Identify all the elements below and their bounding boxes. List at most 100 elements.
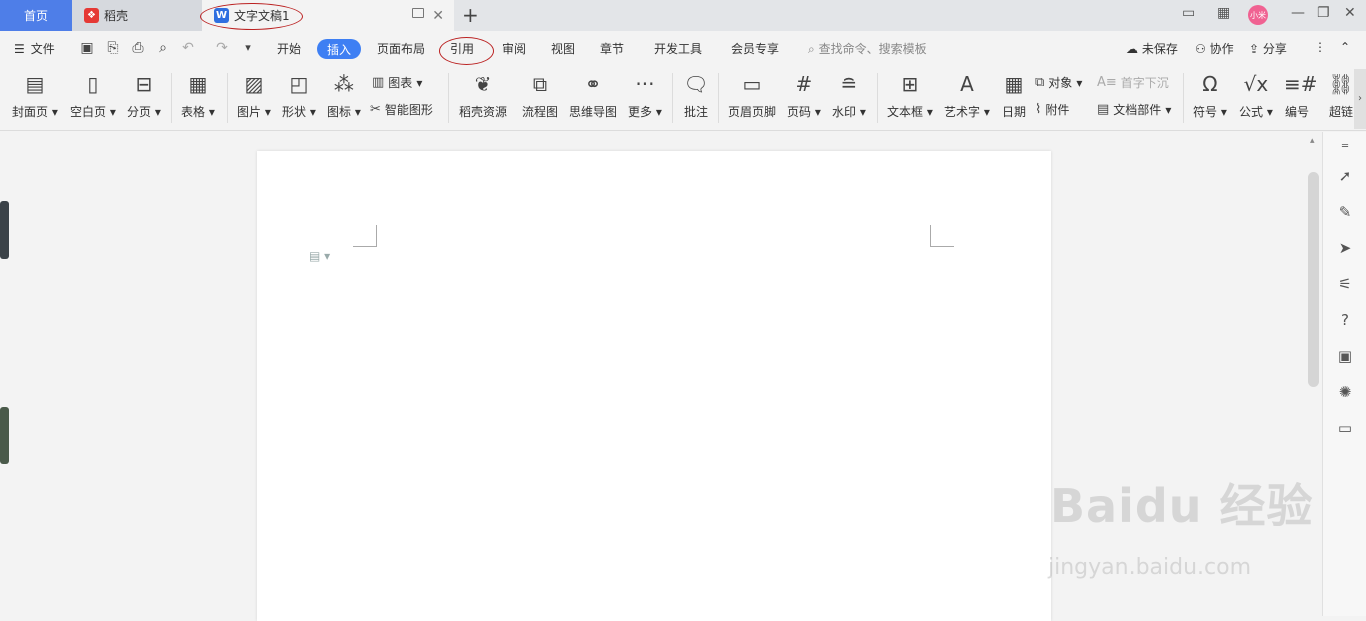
- date-button[interactable]: ▦ 日期: [1001, 71, 1027, 120]
- print-icon[interactable]: ⎙: [130, 40, 146, 56]
- tab-bar: 首页 ❖ 稻壳 W 文字文稿1 ✕ + ▭ ▦ 小米 — ❐ ✕: [0, 0, 1366, 31]
- panel-collapse-icon[interactable]: ═: [1335, 137, 1355, 157]
- new-tab-button[interactable]: +: [462, 3, 479, 27]
- attachment-button[interactable]: ⌇ 附件: [1035, 101, 1069, 118]
- comment-button[interactable]: 🗨 批注: [683, 71, 709, 120]
- tab-start[interactable]: 开始: [277, 40, 301, 57]
- drop-cap-label: 首字下沉: [1120, 76, 1169, 90]
- minimize-tab-icon[interactable]: [412, 8, 424, 18]
- flowchart-icon: ⧉: [532, 72, 548, 96]
- page-number-icon: #: [795, 72, 813, 96]
- smartart-button[interactable]: ✂ 智能图形: [370, 101, 433, 118]
- book-icon[interactable]: ▭: [1335, 418, 1355, 438]
- tab-insert[interactable]: 插入: [317, 39, 361, 59]
- tab-member[interactable]: 会员专享: [731, 40, 779, 57]
- wordart-button[interactable]: A 艺术字 ▾: [944, 71, 990, 120]
- scroll-up-icon[interactable]: ▴: [1310, 136, 1315, 146]
- drop-cap-button[interactable]: A≡ 首字下沉: [1097, 74, 1169, 91]
- vertical-scrollbar[interactable]: ▴: [1306, 132, 1322, 616]
- date-label: 日期: [1001, 105, 1026, 119]
- wordart-icon: A: [960, 72, 974, 96]
- chart-icon: ▥: [372, 75, 385, 90]
- redo-icon[interactable]: ↷: [214, 40, 230, 56]
- cover-page-button[interactable]: ▤ 封面页 ▾: [12, 71, 58, 120]
- picture-button[interactable]: ▨ 图片 ▾: [237, 71, 271, 120]
- formula-button[interactable]: √x 公式 ▾: [1239, 71, 1273, 120]
- command-search[interactable]: ⌕ 查找命令、搜索模板: [808, 40, 927, 57]
- tab-home-label: 首页: [23, 9, 48, 23]
- shape-button[interactable]: ◰ 形状 ▾: [282, 71, 316, 120]
- collapse-ribbon-icon[interactable]: ⌃: [1340, 40, 1350, 54]
- more-button[interactable]: ··· 更多 ▾: [628, 71, 662, 120]
- cover-page-label: 封面页: [12, 105, 49, 119]
- avatar[interactable]: 小米: [1248, 5, 1268, 25]
- picture-icon: ▨: [244, 72, 264, 96]
- object-button[interactable]: ⧉ 对象 ▾: [1035, 74, 1082, 91]
- quick-access-dropdown-icon[interactable]: ▾: [240, 40, 256, 56]
- left-edge-handle[interactable]: [0, 407, 9, 464]
- hyperlink-label: 超链: [1328, 105, 1353, 119]
- help-icon[interactable]: ?: [1335, 310, 1355, 330]
- rocket-icon[interactable]: ➚: [1335, 166, 1355, 186]
- flowchart-button[interactable]: ⧉ 流程图: [522, 71, 558, 120]
- tab-page-layout[interactable]: 页面布局: [377, 40, 425, 57]
- ribbon-divider: [718, 73, 719, 123]
- tab-daoke-label: 稻壳: [104, 9, 129, 23]
- print-preview-icon[interactable]: ⌕: [155, 40, 171, 56]
- collaborate-button[interactable]: ⚇ 协作: [1195, 40, 1234, 57]
- restore-icon[interactable]: ❐: [1317, 5, 1330, 21]
- more-options-icon[interactable]: ⋮: [1314, 40, 1326, 54]
- numbering-button[interactable]: ≡# 编号: [1284, 71, 1318, 120]
- scrollbar-thumb[interactable]: [1308, 172, 1319, 387]
- lightbulb-icon[interactable]: ✺: [1335, 382, 1355, 402]
- annotation-ellipse-references: [439, 37, 494, 65]
- document-page[interactable]: ▤ ▾: [257, 151, 1051, 621]
- cursor-icon[interactable]: ➤: [1335, 238, 1355, 258]
- file-menu-button[interactable]: ☰ 文件: [14, 40, 55, 57]
- daoke-resources-button[interactable]: ❦ 稻壳资源: [459, 71, 507, 120]
- textbox-button[interactable]: ⊞ 文本框 ▾: [887, 71, 933, 120]
- close-window-icon[interactable]: ✕: [1344, 5, 1356, 21]
- tab-home[interactable]: 首页: [0, 0, 72, 31]
- page-break-button[interactable]: ⊟ 分页 ▾: [127, 71, 161, 120]
- unsaved-status[interactable]: ☁ 未保存: [1126, 40, 1178, 57]
- document-workspace: ▤ ▾: [0, 132, 1322, 621]
- tab-developer[interactable]: 开发工具: [654, 40, 702, 57]
- header-footer-button[interactable]: ▭ 页眉页脚: [728, 71, 776, 120]
- image-panel-icon[interactable]: ▣: [1335, 346, 1355, 366]
- textbox-label: 文本框: [887, 105, 924, 119]
- tab-chapter[interactable]: 章节: [600, 40, 624, 57]
- close-tab-icon[interactable]: ✕: [432, 8, 444, 24]
- avatar-label: 小米: [1250, 10, 1266, 20]
- share-label: 分享: [1262, 42, 1287, 56]
- symbol-button[interactable]: Ω 符号 ▾: [1193, 71, 1227, 120]
- mindmap-button[interactable]: ⚭ 思维导图: [569, 71, 617, 120]
- icon-button[interactable]: ⁂ 图标 ▾: [327, 71, 361, 120]
- paperclip-icon: ⌇: [1035, 102, 1042, 117]
- export-pdf-icon[interactable]: ⎘: [105, 40, 121, 56]
- hyperlink-button[interactable]: ⛓ 超链: [1328, 71, 1354, 120]
- share-button[interactable]: ⇪ 分享: [1249, 40, 1287, 57]
- tab-daoke[interactable]: ❖ 稻壳: [72, 0, 202, 31]
- document-part-button[interactable]: ▤ 文档部件 ▾: [1097, 101, 1171, 118]
- right-side-panel: ═ ➚ ✎ ➤ ⚟ ? ▣ ✺ ▭: [1322, 132, 1366, 616]
- left-edge-handle[interactable]: [0, 201, 9, 259]
- layout-toggle-icon[interactable]: ▭: [1182, 5, 1195, 21]
- paragraph-options-icon[interactable]: ▤ ▾: [309, 249, 330, 263]
- wordart-label: 艺术字: [944, 105, 981, 119]
- apps-grid-icon[interactable]: ▦: [1217, 5, 1230, 21]
- ribbon-scroll-right-icon[interactable]: ›: [1354, 69, 1366, 129]
- chart-button[interactable]: ▥ 图表 ▾: [372, 74, 422, 91]
- minimize-icon[interactable]: —: [1291, 5, 1305, 21]
- tab-view[interactable]: 视图: [551, 40, 575, 57]
- sliders-icon[interactable]: ⚟: [1335, 274, 1355, 294]
- page-number-button[interactable]: # 页码 ▾: [787, 71, 821, 120]
- save-icon[interactable]: ▣: [79, 40, 95, 56]
- pen-icon[interactable]: ✎: [1335, 202, 1355, 222]
- watermark-button[interactable]: ≘ 水印 ▾: [832, 71, 866, 120]
- blank-page-button[interactable]: ▯ 空白页 ▾: [70, 71, 116, 120]
- table-button[interactable]: ▦ 表格 ▾: [181, 71, 215, 120]
- undo-icon[interactable]: ↶: [180, 40, 196, 56]
- omega-icon: Ω: [1202, 72, 1218, 96]
- tab-review[interactable]: 审阅: [502, 40, 526, 57]
